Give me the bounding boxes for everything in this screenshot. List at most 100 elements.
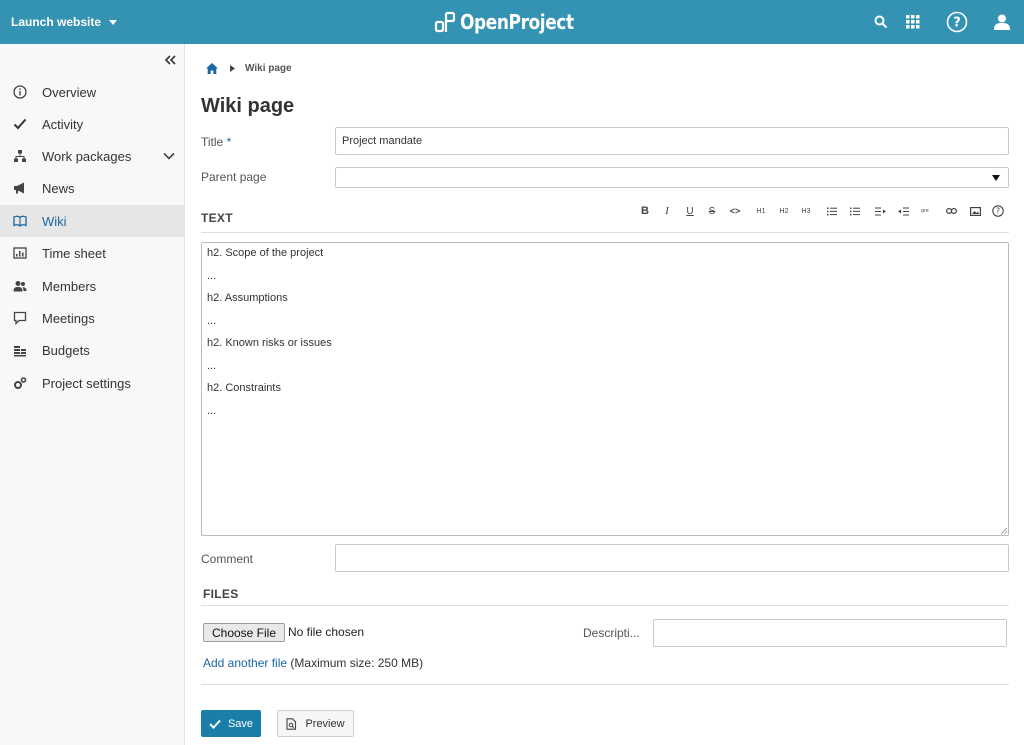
preformatted-icon[interactable]: pre — [918, 204, 932, 218]
sidebar-item-overview[interactable]: Overview — [0, 76, 184, 108]
sidebar-item-label: Time sheet — [42, 245, 106, 261]
link-icon[interactable] — [944, 204, 958, 218]
strikethrough-icon[interactable]: S — [705, 204, 719, 218]
sidebar-item-work-packages[interactable]: Work packages — [0, 140, 184, 172]
search-icon[interactable] — [870, 11, 892, 33]
title-input[interactable]: Project mandate — [335, 127, 1009, 155]
sidebar-item-label: Activity — [42, 116, 84, 132]
logo-text: OpenProject — [460, 10, 574, 34]
logo-mark-icon — [434, 11, 456, 33]
indent-left-icon[interactable] — [873, 204, 887, 218]
editor-line: h2. Assumptions — [207, 292, 288, 304]
sidebar-item-label: News — [42, 180, 75, 196]
checkmark-icon — [12, 116, 28, 132]
sidebar-item-label: Work packages — [42, 148, 132, 164]
sidebar-item-wiki[interactable]: Wiki — [0, 205, 184, 237]
save-button[interactable]: Save — [201, 710, 261, 737]
main-content: Wiki page Wiki page Title * Project mand… — [185, 44, 1024, 745]
files-section-title: FILES — [203, 587, 239, 601]
preview-button[interactable]: Preview — [277, 710, 354, 737]
chart-icon — [12, 245, 28, 261]
editor-line: ... — [207, 360, 217, 372]
breadcrumb-current: Wiki page — [245, 63, 292, 74]
unordered-list-icon[interactable] — [825, 204, 839, 218]
ordered-list-icon[interactable] — [848, 204, 862, 218]
help-icon[interactable]: ? — [946, 11, 968, 33]
editor-line: h2. Known risks or issues — [207, 337, 332, 349]
svg-text:?: ? — [953, 16, 961, 31]
no-file-chosen-text: No file chosen — [288, 625, 365, 639]
sidebar-item-label: Meetings — [42, 310, 95, 326]
sidebar-item-meetings[interactable]: Meetings — [0, 302, 184, 334]
sidebar-item-label: Members — [42, 278, 97, 294]
files-section-divider — [201, 605, 1009, 606]
italic-icon[interactable]: I — [660, 204, 674, 218]
sidebar-item-activity[interactable]: Activity — [0, 108, 184, 140]
megaphone-icon — [12, 180, 28, 196]
project-menu-button[interactable]: Launch website — [11, 0, 118, 44]
chevron-down-icon[interactable] — [163, 150, 175, 162]
sidebar-item-time-sheet[interactable]: Time sheet — [0, 237, 184, 269]
preview-label: Preview — [305, 717, 345, 730]
breadcrumb: Wiki page — [206, 63, 292, 74]
required-asterisk: * — [226, 135, 232, 149]
actions-divider — [201, 684, 1009, 685]
comment-label: Comment — [201, 552, 254, 566]
sidebar-item-budgets[interactable]: Budgets — [0, 334, 184, 366]
sidebar-item-label: Budgets — [42, 342, 90, 358]
save-label: Save — [227, 717, 254, 730]
sidebar-item-project-settings[interactable]: Project settings — [0, 367, 184, 399]
text-section-title: TEXT — [201, 211, 233, 225]
bold-icon[interactable]: B — [638, 204, 652, 218]
file-description-input[interactable] — [653, 619, 1007, 647]
info-icon — [12, 84, 28, 100]
dropdown-arrow-icon — [992, 175, 1000, 181]
svg-text:?: ? — [996, 207, 1000, 216]
help-editor-icon[interactable]: ? — [991, 204, 1005, 218]
project-name: Launch website — [11, 15, 102, 29]
editor-line: h2. Constraints — [207, 382, 281, 394]
add-another-file-link[interactable]: Add another file — [203, 656, 287, 670]
caret-down-icon — [109, 19, 118, 25]
modules-grid-icon[interactable] — [902, 11, 924, 33]
collapse-sidebar-icon[interactable] — [162, 52, 178, 68]
openproject-logo[interactable]: OpenProject — [434, 9, 594, 35]
checkmark-icon — [209, 719, 221, 729]
page-title: Wiki page — [201, 95, 295, 117]
code-icon[interactable]: <> — [728, 204, 742, 218]
sidebar: Overview Activity Work packages News Wik… — [0, 44, 185, 745]
sidebar-item-news[interactable]: News — [0, 172, 184, 204]
editor-line: ... — [207, 405, 217, 417]
image-icon[interactable] — [968, 204, 982, 218]
home-icon[interactable] — [206, 63, 218, 74]
cogs-icon — [12, 375, 28, 391]
sidebar-item-label: Project settings — [42, 375, 131, 391]
top-header: Launch website OpenProject ? — [0, 0, 1024, 44]
parent-page-label: Parent page — [201, 170, 267, 184]
parent-page-select[interactable] — [335, 167, 1009, 188]
title-label-text: Title — [201, 135, 224, 149]
indent-right-icon[interactable] — [896, 204, 910, 218]
comment-input[interactable] — [335, 544, 1009, 572]
title-label: Title * — [201, 135, 231, 149]
heading3-icon[interactable]: H3 — [799, 204, 813, 218]
sidebar-item-label: Wiki — [42, 213, 67, 229]
heading1-icon[interactable]: H1 — [754, 204, 768, 218]
breadcrumb-arrow-icon — [230, 65, 235, 72]
heading2-icon[interactable]: H2 — [777, 204, 791, 218]
resize-handle-icon[interactable] — [1001, 528, 1007, 534]
sidebar-item-label: Overview — [42, 84, 97, 100]
description-label: Descripti... — [583, 626, 640, 640]
book-icon — [12, 213, 28, 229]
choose-file-button[interactable]: Choose File — [203, 623, 285, 642]
sidebar-item-members[interactable]: Members — [0, 270, 184, 302]
add-file-row: Add another file (Maximum size: 250 MB) — [203, 656, 423, 670]
underline-icon[interactable]: U — [683, 204, 697, 218]
text-section-divider — [201, 232, 1009, 233]
coins-icon — [12, 342, 28, 358]
editor-line: ... — [207, 270, 217, 282]
group-icon — [12, 278, 28, 294]
wiki-text-editor[interactable]: h2. Scope of the project ... h2. Assumpt… — [201, 242, 1009, 536]
hierarchy-icon — [12, 148, 28, 164]
user-icon[interactable] — [991, 11, 1013, 33]
